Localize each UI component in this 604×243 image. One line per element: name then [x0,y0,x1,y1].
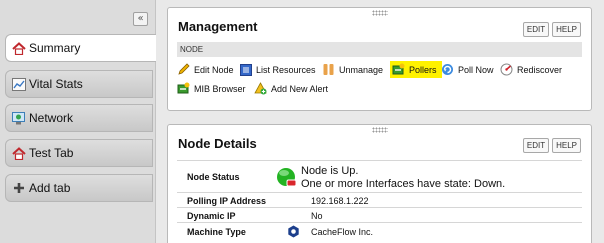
panel-title: Management [178,19,258,34]
row-label: Node Status [187,172,240,182]
tab-label: Vital Stats [29,77,83,91]
edit-button[interactable]: EDIT [522,138,550,153]
tab-label: Summary [29,41,81,55]
row-value: 192.168.1.222 [311,196,369,206]
status-line-2: One or more Interfaces have state: Down. [301,178,506,190]
alert-icon [254,82,267,95]
row-value: CacheFlow Inc. [311,227,374,237]
poll-now-link[interactable]: Poll Now [441,63,494,76]
tab-label: Test Tab [29,146,74,160]
table-row: Machine Type CacheFlow Inc. [177,222,582,240]
row-label: Dynamic IP [187,211,236,221]
network-icon [11,111,26,126]
section-header: NODE [177,42,582,57]
row-label: Polling IP Address [187,196,267,206]
list-resources-link[interactable]: List Resources [239,63,316,76]
chart-icon [11,77,26,92]
edit-node-link[interactable]: Edit Node [177,63,234,76]
panel-title: Node Details [178,136,257,151]
collapse-sidebar-button[interactable]: « [133,12,148,26]
machine-type-icon [287,225,300,240]
drag-handle[interactable] [371,127,388,133]
pause-icon [322,63,335,76]
pollers-link[interactable]: Pollers [390,61,442,78]
table-row: Polling IP Address 192.168.1.222 [177,192,582,207]
tab-vital-stats[interactable]: Vital Stats [5,70,153,98]
tab-label: Network [29,111,74,125]
help-button[interactable]: HELP [552,138,581,153]
status-line-1: Node is Up. [301,165,359,177]
list-icon [239,63,252,76]
mib-browser-link[interactable]: MIB Browser [177,82,246,95]
row-label: Machine Type [187,227,246,237]
unmanage-link[interactable]: Unmanage [322,63,383,76]
mib-icon [177,82,190,95]
tab-label: Add tab [29,181,71,195]
tab-network[interactable]: Network [5,104,153,132]
plus-icon [11,181,26,196]
row-value: No [311,211,323,221]
tab-add-tab[interactable]: Add tab [5,174,153,202]
home-icon [11,146,26,161]
management-panel: Management EDIT HELP NODE Edit Node List… [167,7,592,111]
table-row: Dynamic IP No [177,207,582,222]
pencil-icon [177,63,190,76]
poller-icon [392,63,405,76]
node-details-panel: Node Details EDIT HELP Node Status Node … [167,124,592,243]
edit-button[interactable]: EDIT [522,22,550,37]
help-button[interactable]: HELP [552,22,581,37]
rediscover-link[interactable]: Rediscover [500,63,562,76]
table-row: Node Status Node is Up. One or more Inte… [177,160,582,192]
add-new-alert-link[interactable]: Add New Alert [254,82,328,95]
rediscover-icon [500,63,513,76]
drag-handle[interactable] [371,10,388,16]
sidebar: « Summary Vital Stats Network Test Tab A… [0,0,156,243]
tab-summary[interactable]: Summary [5,34,156,62]
refresh-icon [441,63,454,76]
node-up-status-icon [276,167,298,191]
home-icon [11,41,26,56]
tab-test-tab[interactable]: Test Tab [5,139,153,167]
